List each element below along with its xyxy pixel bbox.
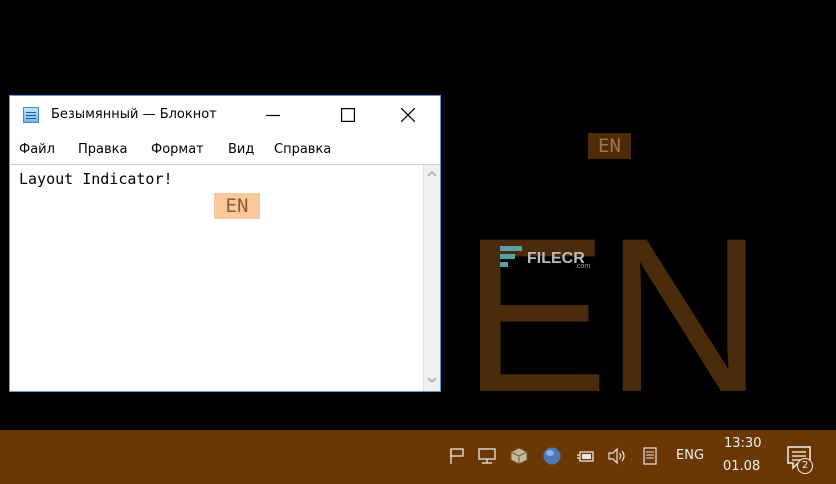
notepad-window[interactable]: Безымянный — Блокнот Файл Правка Формат … [9, 95, 441, 392]
package-icon[interactable] [509, 446, 529, 466]
filecr-logo-icon [500, 246, 522, 267]
minimize-button[interactable] [250, 96, 296, 134]
watermark: FILECR .com [497, 243, 607, 277]
power-battery-icon[interactable] [575, 446, 595, 466]
flag-icon[interactable] [447, 446, 467, 466]
maximize-icon [341, 108, 355, 122]
taskbar: ENG 13:30 01.08 2 [0, 430, 836, 484]
close-button[interactable] [385, 96, 431, 134]
notepad-icon [23, 107, 39, 123]
menu-view[interactable]: Вид [228, 142, 254, 157]
language-indicator[interactable]: ENG [676, 448, 704, 463]
watermark-subtext: .com [575, 263, 591, 270]
menu-help[interactable]: Справка [274, 142, 331, 157]
notification-badge: 2 [797, 458, 813, 474]
scroll-down-icon[interactable] [427, 375, 437, 385]
maximize-button[interactable] [325, 96, 371, 134]
vertical-scrollbar[interactable] [423, 165, 440, 391]
window-title: Безымянный — Блокнот [51, 107, 217, 122]
minimize-icon [266, 114, 280, 117]
document-text: Layout Indicator! [19, 170, 173, 188]
clock-date[interactable]: 01.08 [723, 459, 760, 474]
menu-bar: Файл Правка Формат Вид Справка [10, 138, 440, 160]
close-icon [401, 108, 415, 122]
caret-layout-indicator: EN [214, 193, 260, 219]
scroll-up-icon[interactable] [427, 169, 437, 179]
globe-icon[interactable] [542, 446, 562, 466]
volume-icon[interactable] [607, 446, 627, 466]
network-icon[interactable] [477, 446, 497, 466]
menu-edit[interactable]: Правка [78, 142, 127, 157]
floating-layout-indicator: EN [588, 133, 631, 159]
menu-file[interactable]: Файл [19, 142, 55, 157]
menu-format[interactable]: Формат [151, 142, 204, 157]
keyboard-icon[interactable] [640, 446, 660, 466]
title-bar[interactable]: Безымянный — Блокнот [10, 96, 440, 134]
clock-time[interactable]: 13:30 [724, 436, 761, 451]
